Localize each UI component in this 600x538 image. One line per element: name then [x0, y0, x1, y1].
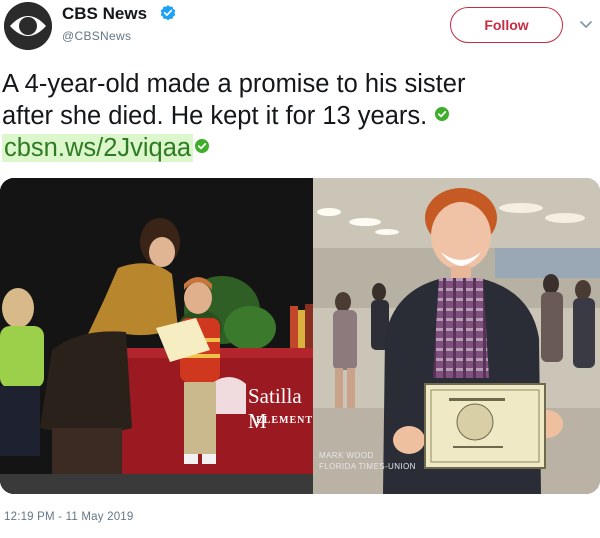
- verified-badge-icon: [160, 5, 176, 21]
- author-name[interactable]: CBS News: [62, 4, 147, 24]
- photo-award-ceremony-scene: [0, 178, 313, 494]
- chevron-down-icon[interactable]: [578, 16, 594, 32]
- tweet-link-line: cbsn.ws/2Jviqaa: [2, 132, 598, 164]
- tweet-timestamp[interactable]: 12:19 PM - 11 May 2019: [4, 511, 133, 523]
- photo-teen-scene: [313, 178, 600, 494]
- avatar[interactable]: [4, 2, 52, 50]
- tweet-text-line-2: after she died. He kept it for 13 years.: [2, 100, 598, 132]
- photo-credit-name: MARK WOOD: [319, 451, 374, 460]
- sign-school-name: Satilla M: [248, 384, 302, 433]
- author-handle[interactable]: @CBSNews: [62, 29, 131, 43]
- tweet-header: CBS News @CBSNews Follow: [0, 0, 600, 62]
- tweet-text: A 4-year-old made a promise to his siste…: [2, 68, 598, 164]
- photo-credit-outlet: FLORIDA TIMES-UNION: [319, 462, 416, 471]
- follow-button[interactable]: Follow: [450, 7, 563, 43]
- photo-award-ceremony[interactable]: Satilla M ELEMENT: [0, 178, 313, 494]
- tweet-link[interactable]: cbsn.ws/2Jviqaa: [2, 134, 194, 162]
- cbs-eye-logo-icon: [4, 2, 52, 50]
- check-mark-icon: [435, 107, 450, 121]
- check-mark-icon: [195, 139, 210, 153]
- sign-school-type: ELEMENT: [256, 415, 313, 426]
- tweet-text-line-content: after she died. He kept it for 13 years.: [2, 102, 428, 130]
- tweet-text-line: A 4-year-old made a promise to his siste…: [2, 70, 466, 98]
- tweet-media[interactable]: Satilla M ELEMENT MARK WOOD FLORIDA TIME…: [0, 178, 600, 494]
- photo-teen-with-certificate[interactable]: MARK WOOD FLORIDA TIMES-UNION: [313, 178, 600, 494]
